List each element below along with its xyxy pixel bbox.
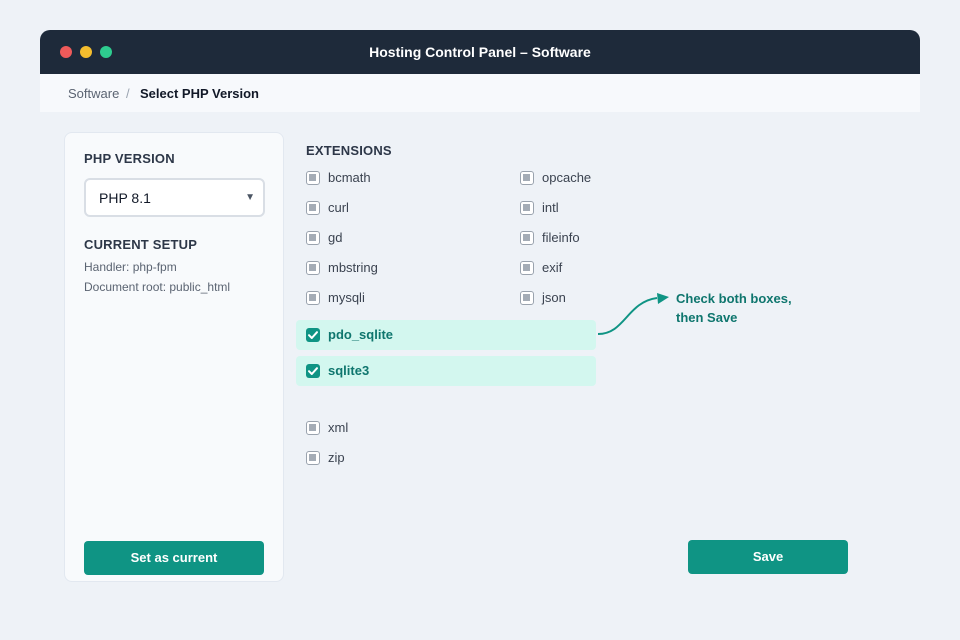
php-version-label: PHP VERSION xyxy=(84,151,175,166)
check-icon xyxy=(308,367,318,375)
checkbox-checked[interactable] xyxy=(306,364,320,378)
checkbox[interactable] xyxy=(306,291,320,305)
extension-label: json xyxy=(542,290,566,305)
php-version-select[interactable]: PHP 8.1 ▼ xyxy=(84,178,265,217)
extension-label: pdo_sqlite xyxy=(328,327,394,342)
extension-label: bcmath xyxy=(328,170,371,185)
document-root-text: Document root: public_html xyxy=(84,280,231,294)
app-window: Hosting Control Panel – Software Softwar… xyxy=(40,30,920,600)
checkbox-checked[interactable] xyxy=(306,328,320,342)
extension-label: fileinfo xyxy=(542,230,580,245)
extension-label: mysqli xyxy=(328,290,365,305)
annotation-text: Check both boxes, then Save xyxy=(676,289,816,327)
checkbox[interactable] xyxy=(306,171,320,185)
annotation-arrow-icon xyxy=(597,293,669,335)
extension-label: mbstring xyxy=(328,260,378,275)
extension-label: intl xyxy=(542,200,559,215)
title-bar: Hosting Control Panel – Software xyxy=(40,30,920,74)
check-icon xyxy=(308,331,318,339)
extension-label: opcache xyxy=(542,170,592,185)
extension-label: sqlite3 xyxy=(328,363,370,378)
checkbox[interactable] xyxy=(520,171,534,185)
extension-label: gd xyxy=(328,230,343,245)
checkbox[interactable] xyxy=(306,421,320,435)
annotation-line-1: Check both boxes, xyxy=(676,291,792,306)
breadcrumb: Software / Select PHP Version xyxy=(40,74,920,112)
checkbox[interactable] xyxy=(306,201,320,215)
set-as-current-button[interactable]: Set as current xyxy=(84,541,264,575)
extension-label: exif xyxy=(542,260,563,275)
extension-label: xml xyxy=(328,420,349,435)
extensions-heading: EXTENSIONS xyxy=(306,143,392,158)
breadcrumb-current: Select PHP Version xyxy=(140,86,259,101)
save-button[interactable]: Save xyxy=(688,540,848,574)
php-version-value: PHP 8.1 xyxy=(99,190,151,206)
extension-sqlite3[interactable]: sqlite3 xyxy=(296,356,596,386)
window-title: Hosting Control Panel – Software xyxy=(369,44,591,60)
checkbox[interactable] xyxy=(520,291,534,305)
php-version-panel: PHP VERSION PHP 8.1 ▼ CURRENT SETUP Hand… xyxy=(64,132,284,582)
extension-pdo-sqlite[interactable]: pdo_sqlite xyxy=(296,320,596,350)
breadcrumb-software-link[interactable]: Software xyxy=(68,86,119,101)
breadcrumb-separator: / xyxy=(126,86,130,101)
extension-label: curl xyxy=(328,200,349,215)
current-setup-label: CURRENT SETUP xyxy=(84,237,198,252)
checkbox[interactable] xyxy=(520,231,534,245)
extension-label: zip xyxy=(328,450,345,465)
checkbox[interactable] xyxy=(306,231,320,245)
handler-text: Handler: php-fpm xyxy=(84,260,177,274)
checkbox[interactable] xyxy=(306,261,320,275)
checkbox[interactable] xyxy=(520,201,534,215)
checkbox[interactable] xyxy=(306,451,320,465)
chevron-down-icon: ▼ xyxy=(245,192,255,203)
annotation-line-2: then Save xyxy=(676,310,738,325)
checkbox[interactable] xyxy=(520,261,534,275)
